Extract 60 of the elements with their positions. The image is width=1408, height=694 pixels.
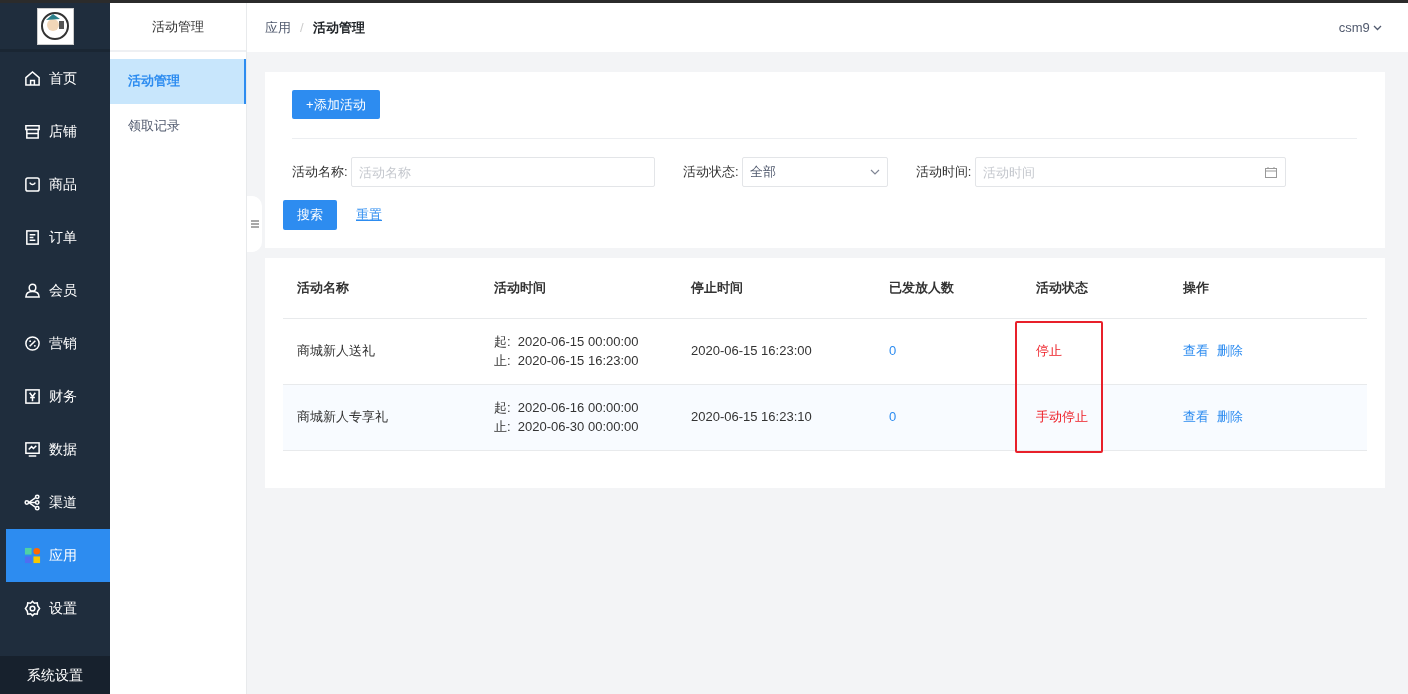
monitor-chart-icon: [24, 441, 41, 458]
chevron-icon: [869, 169, 880, 175]
breadcrumb-link[interactable]: 应用: [265, 17, 291, 38]
view-link[interactable]: 查看: [1183, 341, 1209, 361]
nav-item[interactable]: 设置: [0, 582, 110, 635]
delete-link[interactable]: 删除: [1217, 407, 1243, 427]
yen-icon: [24, 388, 41, 405]
nav-item[interactable]: 店铺: [0, 105, 110, 158]
table-cell-text: 止: 2020-06-15 16:23:00: [494, 352, 640, 370]
breadcrumb-current: 活动管理: [312, 18, 365, 37]
table-cell-text: 止: 2020-06-30 00:00:00: [494, 418, 640, 436]
system-settings-link[interactable]: 系统设置: [0, 656, 110, 694]
logo: [36, 7, 74, 45]
table-cell-text: 起: 2020-06-15 00:00:00: [494, 332, 640, 351]
network-icon: [24, 494, 41, 511]
column-header: 活动时间: [480, 258, 677, 318]
status-text: 手动停止: [1022, 384, 1169, 450]
bag-icon: [24, 176, 41, 193]
table-cell: 2020-06-15 16:23:10: [677, 384, 875, 450]
nav-item[interactable]: 财务: [0, 370, 110, 423]
user-menu[interactable]: csm9: [1332, 16, 1388, 39]
nav-item[interactable]: 数据: [0, 423, 110, 476]
column-header: 停止时间: [677, 258, 875, 318]
delete-link[interactable]: 删除: [1217, 341, 1243, 361]
home-icon: [24, 70, 41, 87]
status-text: 停止: [1022, 318, 1169, 384]
column-header: 活动名称: [283, 258, 480, 318]
table-cell-text: 起: 2020-06-16 00:00:00: [494, 398, 640, 417]
apps-icon: [24, 547, 41, 564]
table-cell: 0: [875, 318, 1022, 384]
reset-link[interactable]: 重置: [350, 204, 388, 226]
filter-label: 活动名称:: [292, 163, 348, 182]
filter-label: 活动状态:: [682, 163, 739, 182]
nav-item[interactable]: 营销: [0, 317, 110, 370]
nav-item[interactable]: 订单: [0, 211, 110, 264]
table-cell: 商城新人送礼: [283, 318, 480, 384]
nav-item[interactable]: 首页: [0, 52, 110, 105]
column-header: 操作: [1169, 258, 1367, 318]
menu-icon: [250, 220, 259, 228]
text-input[interactable]: 活动名称: [350, 157, 655, 187]
filter-label: 活动时间:: [915, 163, 972, 182]
table-cell: 商城新人专享礼: [283, 384, 480, 450]
discount-icon: [24, 335, 41, 352]
caret-icon: [1373, 24, 1382, 31]
document-icon: [24, 229, 41, 246]
table-cell: 2020-06-15 16:23:00: [677, 318, 875, 384]
nav-item[interactable]: 会员: [0, 264, 110, 317]
user-icon: [24, 282, 41, 299]
column-header: 已发放人数: [875, 258, 1022, 318]
select-field[interactable]: 全部: [741, 157, 888, 187]
column-header: 活动状态: [1022, 258, 1169, 318]
nav-item[interactable]: 渠道: [0, 476, 110, 529]
collapse-handle[interactable]: [247, 196, 262, 252]
calendar-icon: [1264, 167, 1277, 178]
shop-icon: [24, 123, 41, 140]
table-cell: 0: [875, 384, 1022, 450]
nav-item[interactable]: 商品: [0, 158, 110, 211]
settings-icon: [24, 600, 41, 617]
view-link[interactable]: 查看: [1183, 407, 1209, 427]
breadcrumb-separator: /: [300, 18, 304, 37]
